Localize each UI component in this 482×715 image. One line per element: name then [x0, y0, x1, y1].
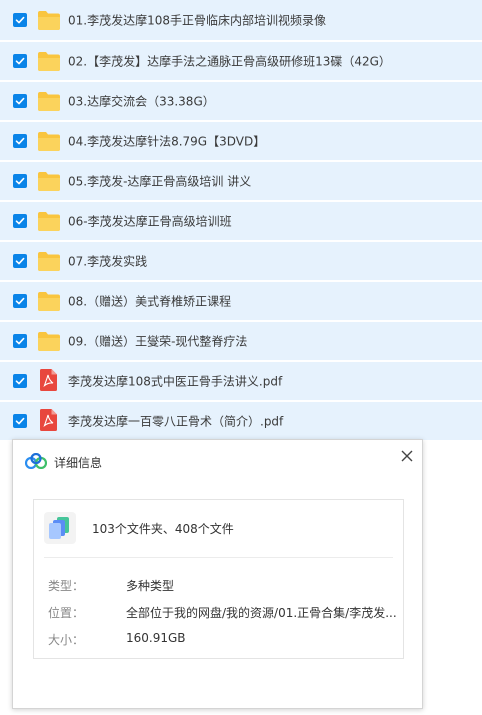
file-row[interactable]: 05.李茂发-达摩正骨高级培训 讲义: [0, 162, 482, 200]
checkbox-checked[interactable]: [13, 174, 27, 188]
location-value[interactable]: 全部位于我的网盘/我的资源/01.正骨合集/李茂发...: [126, 604, 397, 621]
checkbox-checked[interactable]: [13, 254, 27, 268]
checkbox-checked[interactable]: [13, 374, 27, 388]
folder-icon: [37, 90, 61, 112]
checkbox-checked[interactable]: [13, 334, 27, 348]
checkbox-checked[interactable]: [13, 414, 27, 428]
file-name[interactable]: 05.李茂发-达摩正骨高级培训 讲义: [68, 173, 251, 190]
checkbox-checked[interactable]: [13, 294, 27, 308]
size-label: 大小：: [48, 633, 85, 647]
file-name[interactable]: 03.达摩交流会（33.38G）: [68, 93, 215, 110]
file-row[interactable]: 李茂发达摩108式中医正骨手法讲义.pdf: [0, 362, 482, 400]
details-dialog: 详细信息 103个文件夹、408个文件 类型： 多种类型 位置： 全部位于我的网…: [12, 439, 423, 709]
divider: [44, 557, 393, 558]
file-row[interactable]: 09.（赠送）王燮荣-现代整脊疗法: [0, 322, 482, 360]
size-value: 160.91GB: [126, 631, 186, 645]
pdf-icon: [40, 409, 57, 431]
pdf-icon: [40, 369, 57, 391]
file-row[interactable]: 李茂发达摩一百零八正骨术（简介）.pdf: [0, 402, 482, 440]
type-value: 多种类型: [126, 579, 175, 593]
dialog-header: 详细信息: [13, 440, 422, 484]
dialog-title: 详细信息: [54, 456, 103, 470]
file-name[interactable]: 02.【李茂发】达摩手法之通脉正骨高级研修班13碟（42G）: [68, 53, 391, 70]
file-row[interactable]: 03.达摩交流会（33.38G）: [0, 82, 482, 120]
baidu-netdisk-logo-icon: [25, 453, 47, 469]
folder-icon: [37, 50, 61, 72]
details-card: 103个文件夹、408个文件 类型： 多种类型 位置： 全部位于我的网盘/我的资…: [33, 499, 404, 659]
checkbox-checked[interactable]: [13, 214, 27, 228]
multi-file-icon: [44, 512, 76, 544]
checkbox-checked[interactable]: [13, 94, 27, 108]
checkbox-checked[interactable]: [13, 13, 27, 27]
file-row[interactable]: 07.李茂发实践: [0, 242, 482, 280]
file-name[interactable]: 01.李茂发达摩108手正骨临床内部培训视频录像: [68, 12, 326, 29]
type-label: 类型：: [48, 579, 85, 593]
folder-icon: [37, 330, 61, 352]
file-name[interactable]: 08.（赠送）美式脊椎矫正课程: [68, 293, 231, 310]
selection-summary: 103个文件夹、408个文件: [92, 522, 234, 536]
checkbox-checked[interactable]: [13, 134, 27, 148]
file-name[interactable]: 李茂发达摩一百零八正骨术（简介）.pdf: [68, 413, 283, 430]
folder-icon: [37, 210, 61, 232]
file-row[interactable]: 04.李茂发达摩针法8.79G【3DVD】: [0, 122, 482, 160]
file-row[interactable]: 02.【李茂发】达摩手法之通脉正骨高级研修班13碟（42G）: [0, 42, 482, 80]
folder-icon: [37, 290, 61, 312]
folder-icon: [37, 170, 61, 192]
file-name[interactable]: 09.（赠送）王燮荣-现代整脊疗法: [68, 333, 247, 350]
file-list: 01.李茂发达摩108手正骨临床内部培训视频录像 02.【李茂发】达摩手法之通脉正…: [0, 0, 482, 442]
file-row[interactable]: 06-李茂发达摩正骨高级培训班: [0, 202, 482, 240]
file-name[interactable]: 07.李茂发实践: [68, 253, 147, 270]
file-name[interactable]: 06-李茂发达摩正骨高级培训班: [68, 213, 232, 230]
folder-icon: [37, 130, 61, 152]
folder-icon: [37, 250, 61, 272]
close-icon[interactable]: [399, 448, 415, 464]
location-label: 位置：: [48, 606, 85, 620]
checkbox-checked[interactable]: [13, 54, 27, 68]
folder-icon: [37, 9, 61, 31]
file-row[interactable]: 08.（赠送）美式脊椎矫正课程: [0, 282, 482, 320]
file-row[interactable]: 01.李茂发达摩108手正骨临床内部培训视频录像: [0, 0, 482, 40]
file-name[interactable]: 李茂发达摩108式中医正骨手法讲义.pdf: [68, 373, 282, 390]
file-name[interactable]: 04.李茂发达摩针法8.79G【3DVD】: [68, 133, 265, 150]
